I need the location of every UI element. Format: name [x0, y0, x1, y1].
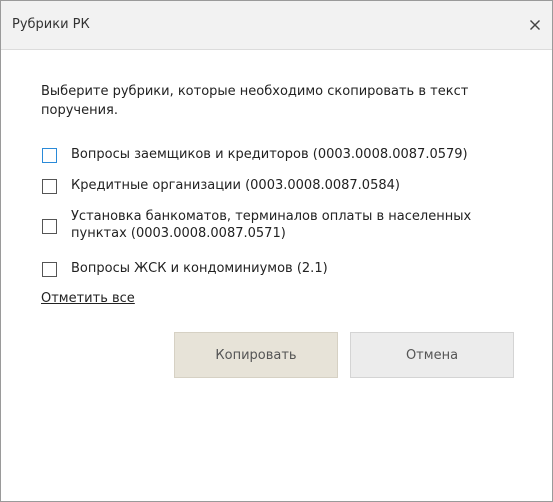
dialog-instructions: Выберите рубрики, которые необходимо ско…: [41, 84, 469, 118]
dialog-titlebar: Рубрики РК: [1, 1, 552, 50]
rubric-label-1: Вопросы заемщиков и кредиторов (0003.000…: [71, 147, 468, 162]
rubric-checkbox-1[interactable]: [42, 148, 57, 163]
rubric-checkbox-2[interactable]: [42, 179, 57, 194]
mark-all-link[interactable]: Отметить все: [41, 291, 135, 306]
rubric-item-4[interactable]: Вопросы ЖСК и кондоминиумов (2.1): [42, 260, 328, 277]
rubric-label-3: Установка банкоматов, терминалов оплаты …: [71, 209, 472, 241]
rubrics-dialog: Рубрики РК Выберите рубрики, которые нео…: [0, 0, 553, 502]
rubric-item-1[interactable]: Вопросы заемщиков и кредиторов (0003.000…: [42, 146, 468, 163]
close-button[interactable]: [525, 15, 545, 35]
rubric-checkbox-4[interactable]: [42, 262, 57, 277]
dialog-title: Рубрики РК: [12, 17, 90, 32]
rubric-label-4: Вопросы ЖСК и кондоминиумов (2.1): [71, 261, 328, 276]
copy-button[interactable]: Копировать: [174, 332, 338, 378]
rubric-item-3[interactable]: Установка банкоматов, терминалов оплаты …: [42, 208, 491, 242]
close-icon: [530, 20, 540, 30]
rubric-checkbox-3[interactable]: [42, 219, 57, 234]
cancel-button[interactable]: Отмена: [350, 332, 514, 378]
rubric-item-2[interactable]: Кредитные организации (0003.0008.0087.05…: [42, 177, 400, 194]
rubric-label-2: Кредитные организации (0003.0008.0087.05…: [71, 178, 400, 193]
